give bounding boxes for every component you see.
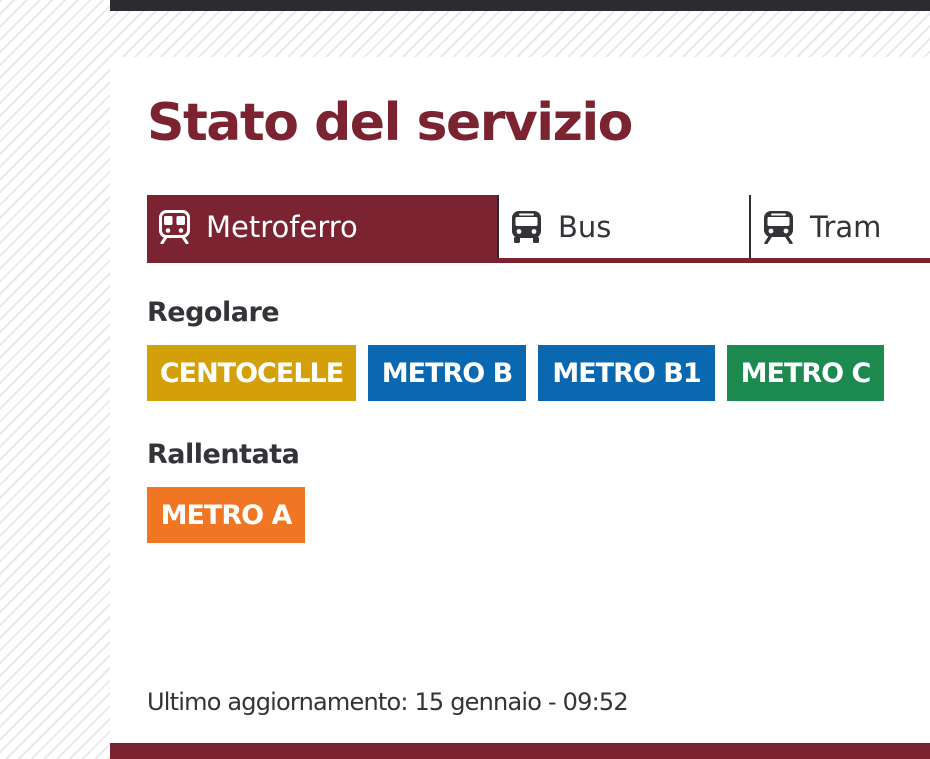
line-badge-metro-b[interactable]: METRO B — [368, 345, 526, 401]
tab-bus-label: Bus — [558, 209, 612, 244]
bottom-bar — [110, 743, 930, 759]
group-label-rallentata: Rallentata — [147, 439, 300, 470]
tab-metroferro-label: Metroferro — [206, 209, 358, 244]
tab-metroferro[interactable]: Metroferro — [147, 195, 497, 258]
top-bar — [110, 0, 930, 11]
lines-regolare: CENTOCELLE METRO B METRO B1 METRO C — [147, 345, 884, 401]
tab-bus[interactable]: Bus — [497, 195, 749, 258]
bus-icon — [511, 210, 542, 244]
last-update-text: Ultimo aggiornamento: 15 gennaio - 09:52 — [147, 688, 629, 716]
page-title: Stato del servizio — [147, 93, 633, 153]
tab-tram-label: Tram — [810, 209, 882, 244]
line-badge-metro-c[interactable]: METRO C — [727, 345, 884, 401]
lines-rallentata: METRO A — [147, 487, 305, 543]
group-label-regolare: Regolare — [147, 297, 280, 328]
line-badge-metro-a[interactable]: METRO A — [147, 487, 305, 543]
line-badge-metro-b1[interactable]: METRO B1 — [538, 345, 715, 401]
tram-icon — [763, 210, 794, 244]
train-icon — [159, 209, 190, 244]
line-badge-centocelle[interactable]: CENTOCELLE — [147, 345, 356, 401]
tab-tram[interactable]: Tram — [749, 195, 930, 258]
service-status-card: Stato del servizio Metroferro Bus Tram R… — [110, 57, 930, 759]
transport-tabs: Metroferro Bus Tram — [147, 195, 930, 263]
